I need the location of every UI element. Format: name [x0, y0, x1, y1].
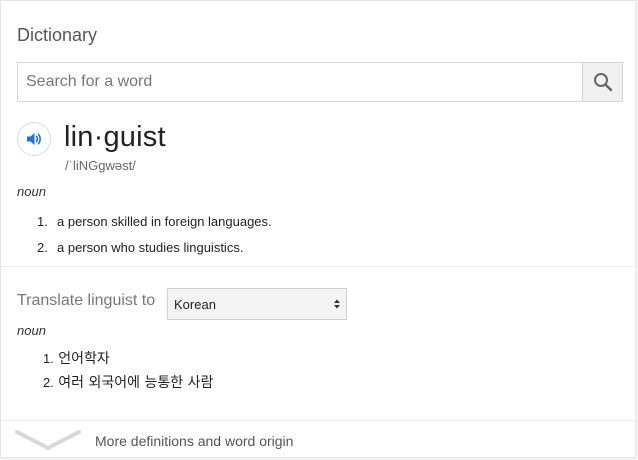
- part-of-speech: noun: [17, 184, 46, 199]
- dictionary-card: Dictionary lin·guist /ˈliNGɡwəst/ noun 1…: [0, 0, 637, 459]
- search-input[interactable]: [18, 63, 582, 101]
- translation-number: 1.: [43, 351, 54, 366]
- search-box: [17, 62, 623, 102]
- search-icon: [593, 73, 612, 92]
- translation-part-of-speech: noun: [17, 323, 46, 338]
- definition-text: a person who studies linguistics.: [57, 240, 244, 255]
- phonetic-spelling: /ˈliNGɡwəst/: [65, 158, 136, 173]
- selected-language: Korean: [174, 297, 216, 312]
- definition-number: 2.: [37, 240, 48, 255]
- card-title: Dictionary: [17, 25, 98, 45]
- definition-item: 1. a person skilled in foreign languages.: [37, 214, 272, 229]
- pronunciation-button[interactable]: [17, 122, 51, 156]
- translation-item: 1. 언어학자: [43, 348, 110, 368]
- chevron-down-icon: [15, 430, 81, 450]
- search-button[interactable]: [582, 63, 622, 101]
- translate-label: Translate linguist to: [17, 292, 156, 309]
- definition-number: 1.: [37, 214, 48, 229]
- headword: lin·guist: [64, 121, 166, 153]
- translation-text: 여러 외국어에 능통한 사람: [58, 375, 214, 391]
- translation-text: 언어학자: [58, 351, 110, 367]
- translation-item: 2. 여러 외국어에 능통한 사람: [43, 372, 213, 392]
- section-divider: [1, 266, 637, 267]
- definition-item: 2. a person who studies linguistics.: [37, 240, 243, 255]
- language-select[interactable]: Korean: [167, 288, 347, 320]
- select-arrows-icon: [334, 299, 340, 309]
- more-definitions-link[interactable]: More definitions and word origin: [1, 421, 637, 459]
- more-definitions-label: More definitions and word origin: [95, 433, 294, 449]
- definition-text: a person skilled in foreign languages.: [57, 214, 272, 229]
- speaker-icon: [27, 133, 41, 145]
- translation-number: 2.: [43, 375, 54, 390]
